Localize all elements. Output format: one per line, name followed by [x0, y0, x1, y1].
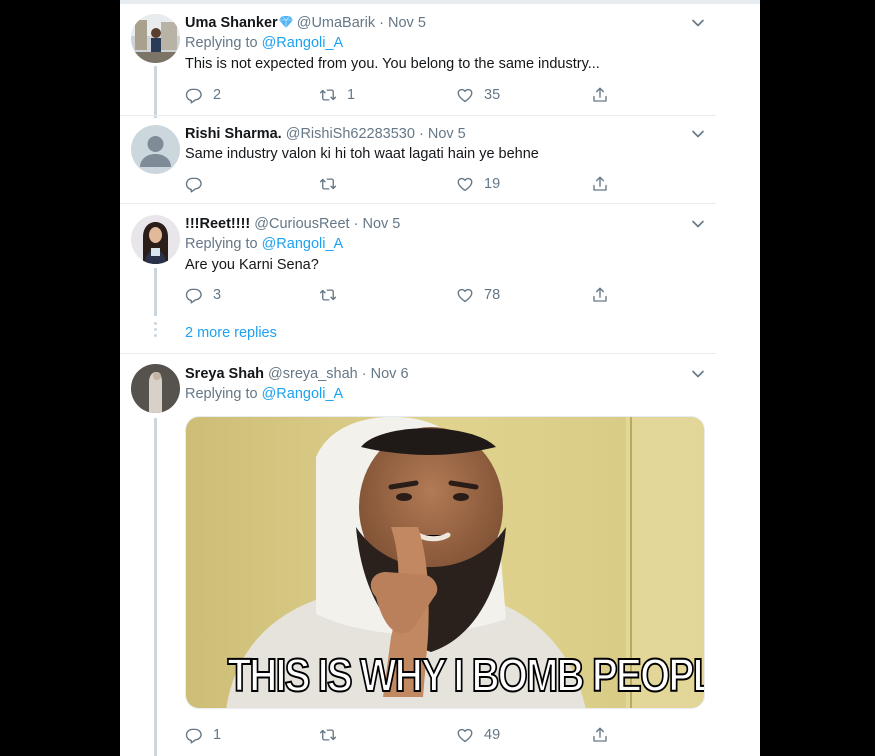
thread-line	[154, 268, 157, 316]
retweet-icon	[319, 726, 337, 744]
like-button[interactable]: 19	[456, 174, 500, 194]
like-button[interactable]: 49	[456, 725, 500, 745]
tweet-media-image[interactable]: THIS IS WHY I BOMB PEOPLE	[185, 416, 705, 709]
like-button[interactable]: 35	[456, 85, 500, 105]
tweet-header: Sreya Shah @sreya_shah · Nov 6	[185, 364, 716, 384]
display-name[interactable]: !!!Reet!!!!	[185, 216, 250, 232]
display-name[interactable]: Uma Shanker	[185, 15, 278, 31]
replying-label: Replying to	[185, 35, 258, 51]
like-count: 19	[484, 176, 501, 192]
replying-to: Replying to @Rangoli_A	[185, 234, 716, 255]
like-count: 49	[484, 727, 501, 743]
tweet-date[interactable]: Nov 6	[371, 366, 409, 382]
share-button[interactable]	[591, 174, 609, 194]
retweet-icon	[319, 175, 337, 193]
like-count: 35	[484, 87, 501, 103]
reply-count: 3	[213, 287, 222, 303]
mention-link[interactable]: @Rangoli_A	[262, 35, 344, 51]
retweet-button[interactable]	[319, 174, 347, 194]
thread-dots	[154, 322, 157, 340]
tweet-header: Uma Shanker @UmaBarik · Nov 5	[185, 13, 716, 33]
heart-icon	[456, 726, 474, 744]
display-name[interactable]: Sreya Shah	[185, 366, 264, 382]
separator-dot: ·	[379, 15, 384, 31]
avatar-sreya-shah[interactable]	[131, 364, 180, 413]
share-button[interactable]	[591, 725, 609, 745]
tweet-date[interactable]: Nov 5	[362, 216, 400, 232]
thread-line	[154, 418, 157, 756]
tweet-actions: 2 1 35	[185, 85, 615, 105]
tweet-date[interactable]: Nov 5	[388, 15, 426, 31]
tweet-rishi-sharma[interactable]: Rishi Sharma. @RishiSh62283530 · Nov 5 S…	[120, 114, 716, 204]
mention-link[interactable]: @Rangoli_A	[262, 236, 344, 252]
share-button[interactable]	[591, 85, 609, 105]
tweet-header: Rishi Sharma. @RishiSh62283530 · Nov 5	[185, 124, 716, 144]
separator-dot: ·	[361, 366, 367, 382]
retweet-icon	[319, 286, 337, 304]
chevron-down-icon[interactable]	[690, 216, 706, 232]
tweet-date[interactable]: Nov 5	[428, 126, 466, 142]
tweet-header: !!!Reet!!!! @CuriousReet · Nov 5	[185, 214, 716, 234]
chevron-down-icon[interactable]	[690, 15, 706, 31]
user-handle[interactable]: @CuriousReet	[254, 216, 349, 232]
share-icon	[591, 726, 609, 744]
replying-label: Replying to	[185, 386, 258, 402]
retweet-button[interactable]: 1	[319, 85, 355, 105]
show-more-replies-link[interactable]: 2 more replies	[185, 325, 277, 341]
chevron-down-icon[interactable]	[690, 126, 706, 142]
reply-button[interactable]: 3	[185, 285, 221, 305]
tweet-reet[interactable]: !!!Reet!!!! @CuriousReet · Nov 5 Replyin…	[120, 204, 716, 354]
diamond-icon	[278, 16, 293, 28]
mention-link[interactable]: @Rangoli_A	[262, 386, 344, 402]
retweet-count: 1	[347, 87, 356, 103]
separator-dot: ·	[418, 126, 424, 142]
meme-caption: THIS IS WHY I BOMB PEOPLE	[227, 649, 705, 701]
replying-to: Replying to @Rangoli_A	[185, 33, 716, 54]
retweet-icon	[319, 86, 337, 104]
like-count: 78	[484, 287, 501, 303]
thread-line	[154, 66, 157, 118]
retweet-button[interactable]	[319, 285, 347, 305]
tweet-actions: 3 78	[185, 285, 615, 305]
reply-icon	[185, 175, 203, 193]
tweet-uma-shanker[interactable]: Uma Shanker @UmaBarik · Nov 5 Replying t…	[120, 4, 716, 118]
heart-icon	[456, 175, 474, 193]
avatar-uma-shanker[interactable]	[131, 14, 180, 63]
share-icon	[591, 86, 609, 104]
tweet-text: Same industry valon ki hi toh waat lagat…	[185, 146, 539, 162]
avatar-rishi-sharma[interactable]	[131, 125, 180, 174]
user-handle[interactable]: @RishiSh62283530	[286, 126, 415, 142]
reply-icon	[185, 86, 203, 104]
like-button[interactable]: 78	[456, 285, 500, 305]
reply-button[interactable]	[185, 174, 213, 194]
tweet-thread-panel: Uma Shanker @UmaBarik · Nov 5 Replying t…	[120, 0, 760, 756]
reply-button[interactable]: 2	[185, 85, 221, 105]
tweet-actions: 19	[185, 174, 615, 194]
avatar-reet[interactable]	[131, 215, 180, 264]
tweet-actions: 1 49	[185, 725, 615, 745]
replying-to: Replying to @Rangoli_A	[185, 384, 716, 405]
separator-dot: ·	[353, 216, 359, 232]
user-handle[interactable]: @sreya_shah	[268, 366, 358, 382]
reply-icon	[185, 286, 203, 304]
heart-icon	[456, 286, 474, 304]
reply-count: 1	[213, 727, 222, 743]
default-avatar-icon	[131, 125, 180, 174]
replying-label: Replying to	[185, 236, 258, 252]
share-button[interactable]	[591, 285, 609, 305]
user-handle[interactable]: @UmaBarik	[297, 15, 375, 31]
share-icon	[591, 286, 609, 304]
reply-count: 2	[213, 87, 222, 103]
display-name[interactable]: Rishi Sharma.	[185, 126, 282, 142]
retweet-button[interactable]	[319, 725, 347, 745]
reply-icon	[185, 726, 203, 744]
heart-icon	[456, 86, 474, 104]
reply-button[interactable]: 1	[185, 725, 221, 745]
tweet-text: Are you Karni Sena?	[185, 257, 319, 273]
share-icon	[591, 175, 609, 193]
chevron-down-icon[interactable]	[690, 366, 706, 382]
tweet-text: This is not expected from you. You belon…	[185, 56, 600, 72]
